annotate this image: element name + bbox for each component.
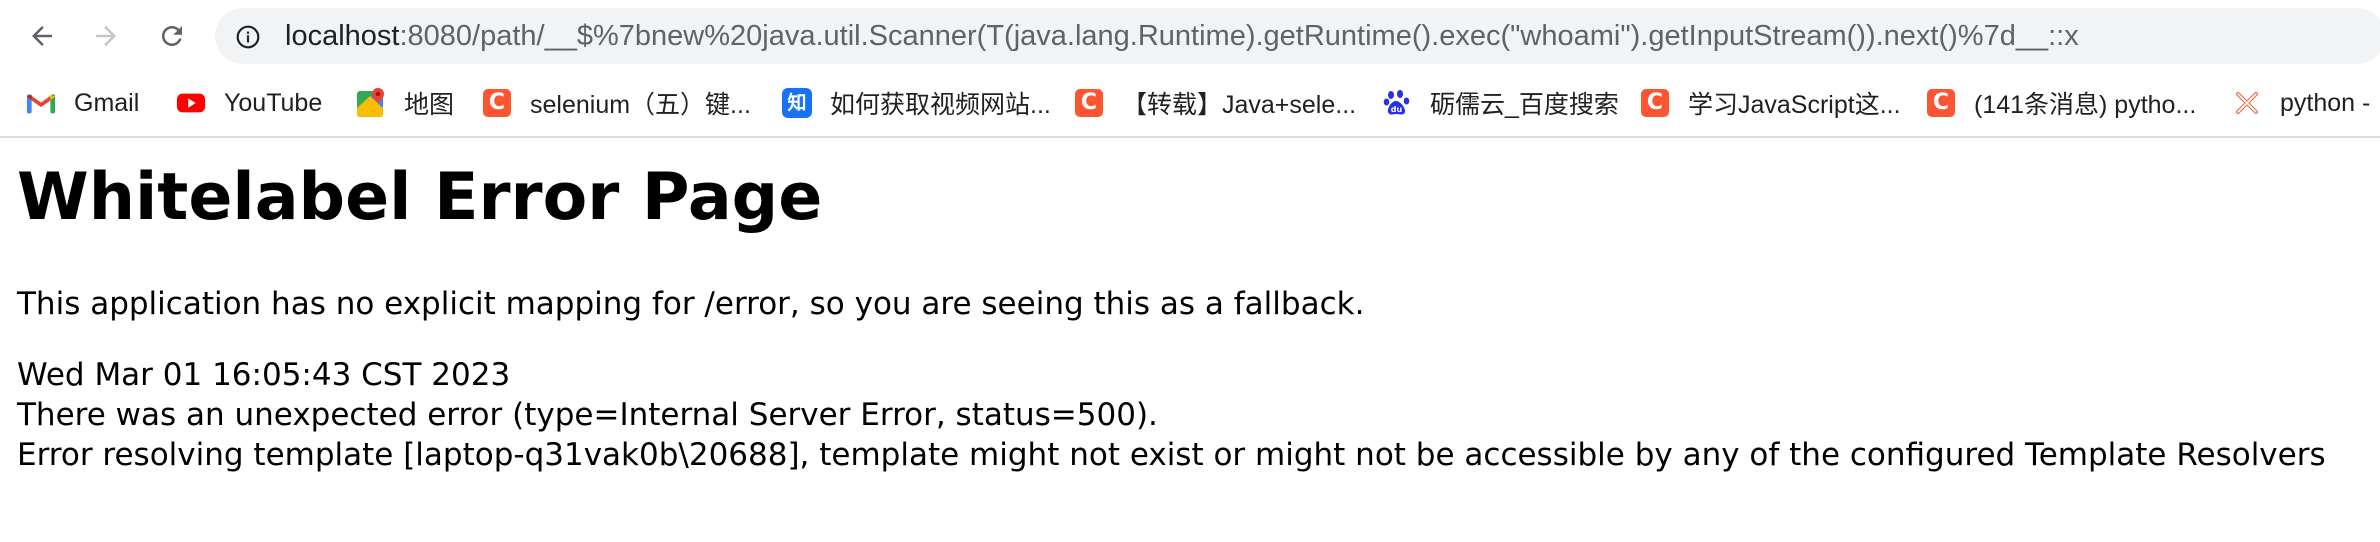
bookmark-csdn-javascript[interactable]: C 学习JavaScript这... — [1640, 70, 1901, 136]
bookmark-label: python - — [2280, 88, 2371, 117]
reload-button[interactable] — [150, 14, 194, 58]
csdn-c-icon: C — [1074, 88, 1104, 118]
arrow-right-icon — [96, 26, 116, 46]
youtube-icon — [176, 88, 206, 118]
url-text[interactable]: localhost:8080/path/__$%7bnew%20java.uti… — [285, 19, 2079, 53]
bookmark-baidu[interactable]: du 砺儒云_百度搜索 — [1382, 70, 1619, 136]
bookmark-label: 地图 — [404, 91, 455, 119]
bookmark-python[interactable]: python - — [2232, 70, 2370, 136]
bookmark-zhihu[interactable]: 知 如何获取视频网站... — [782, 70, 1051, 136]
bookmark-maps[interactable]: 地图 — [356, 70, 454, 136]
bookmark-label: YouTube — [224, 88, 323, 117]
bookmarks-bar: Gmail YouTube 地图 C selenium（五）键... 知 如何获… — [0, 70, 2380, 138]
info-circle-icon[interactable] — [235, 24, 261, 50]
error-detail: Error resolving template [laptop-q31vak0… — [17, 437, 2326, 473]
bookmark-youtube[interactable]: YouTube — [176, 70, 322, 136]
python-x-icon — [2232, 88, 2262, 118]
bookmark-csdn-python[interactable]: C (141条消息) pytho... — [1926, 70, 2196, 136]
zhihu-zhi-icon: 知 — [782, 88, 812, 118]
bookmark-csdn-selenium[interactable]: C selenium（五）键... — [482, 70, 751, 136]
bookmark-label: 砺儒云_百度搜索 — [1430, 91, 1619, 119]
forward-button[interactable] — [84, 14, 128, 58]
back-button[interactable] — [20, 14, 64, 58]
url-host: localhost — [285, 20, 400, 52]
bookmark-label: (141条消息) pytho... — [1974, 91, 2197, 119]
bookmark-label: 如何获取视频网站... — [830, 91, 1051, 119]
google-maps-icon — [356, 88, 386, 118]
bookmark-label: Gmail — [74, 88, 140, 117]
gmail-icon — [26, 88, 56, 118]
arrow-left-icon — [32, 26, 52, 46]
fallback-message: This application has no explicit mapping… — [17, 286, 1365, 322]
browser-toolbar: localhost:8080/path/__$%7bnew%20java.uti… — [0, 0, 2380, 70]
bookmark-label: 【转载】Java+sele... — [1122, 91, 1357, 119]
bookmark-csdn-java[interactable]: C 【转载】Java+sele... — [1074, 70, 1356, 136]
error-timestamp: Wed Mar 01 16:05:43 CST 2023 — [17, 357, 511, 393]
error-details: Wed Mar 01 16:05:43 CST 2023 There was a… — [17, 355, 2326, 475]
bookmark-label: selenium（五）键... — [530, 91, 751, 119]
url-path: :8080/path/__$%7bnew%20java.util.Scanner… — [399, 20, 2079, 52]
bookmark-label: 学习JavaScript这... — [1688, 91, 1901, 119]
baidu-paw-icon: du — [1382, 88, 1412, 118]
page-title: Whitelabel Error Page — [17, 160, 823, 235]
svg-text:du: du — [1391, 105, 1403, 114]
error-status: There was an unexpected error (type=Inte… — [17, 397, 1158, 433]
reload-icon — [162, 26, 182, 46]
csdn-c-icon: C — [1926, 88, 1956, 118]
csdn-c-icon: C — [1640, 88, 1670, 118]
address-bar[interactable]: localhost:8080/path/__$%7bnew%20java.uti… — [215, 8, 2380, 64]
csdn-c-icon: C — [482, 88, 512, 118]
bookmark-gmail[interactable]: Gmail — [26, 70, 139, 136]
